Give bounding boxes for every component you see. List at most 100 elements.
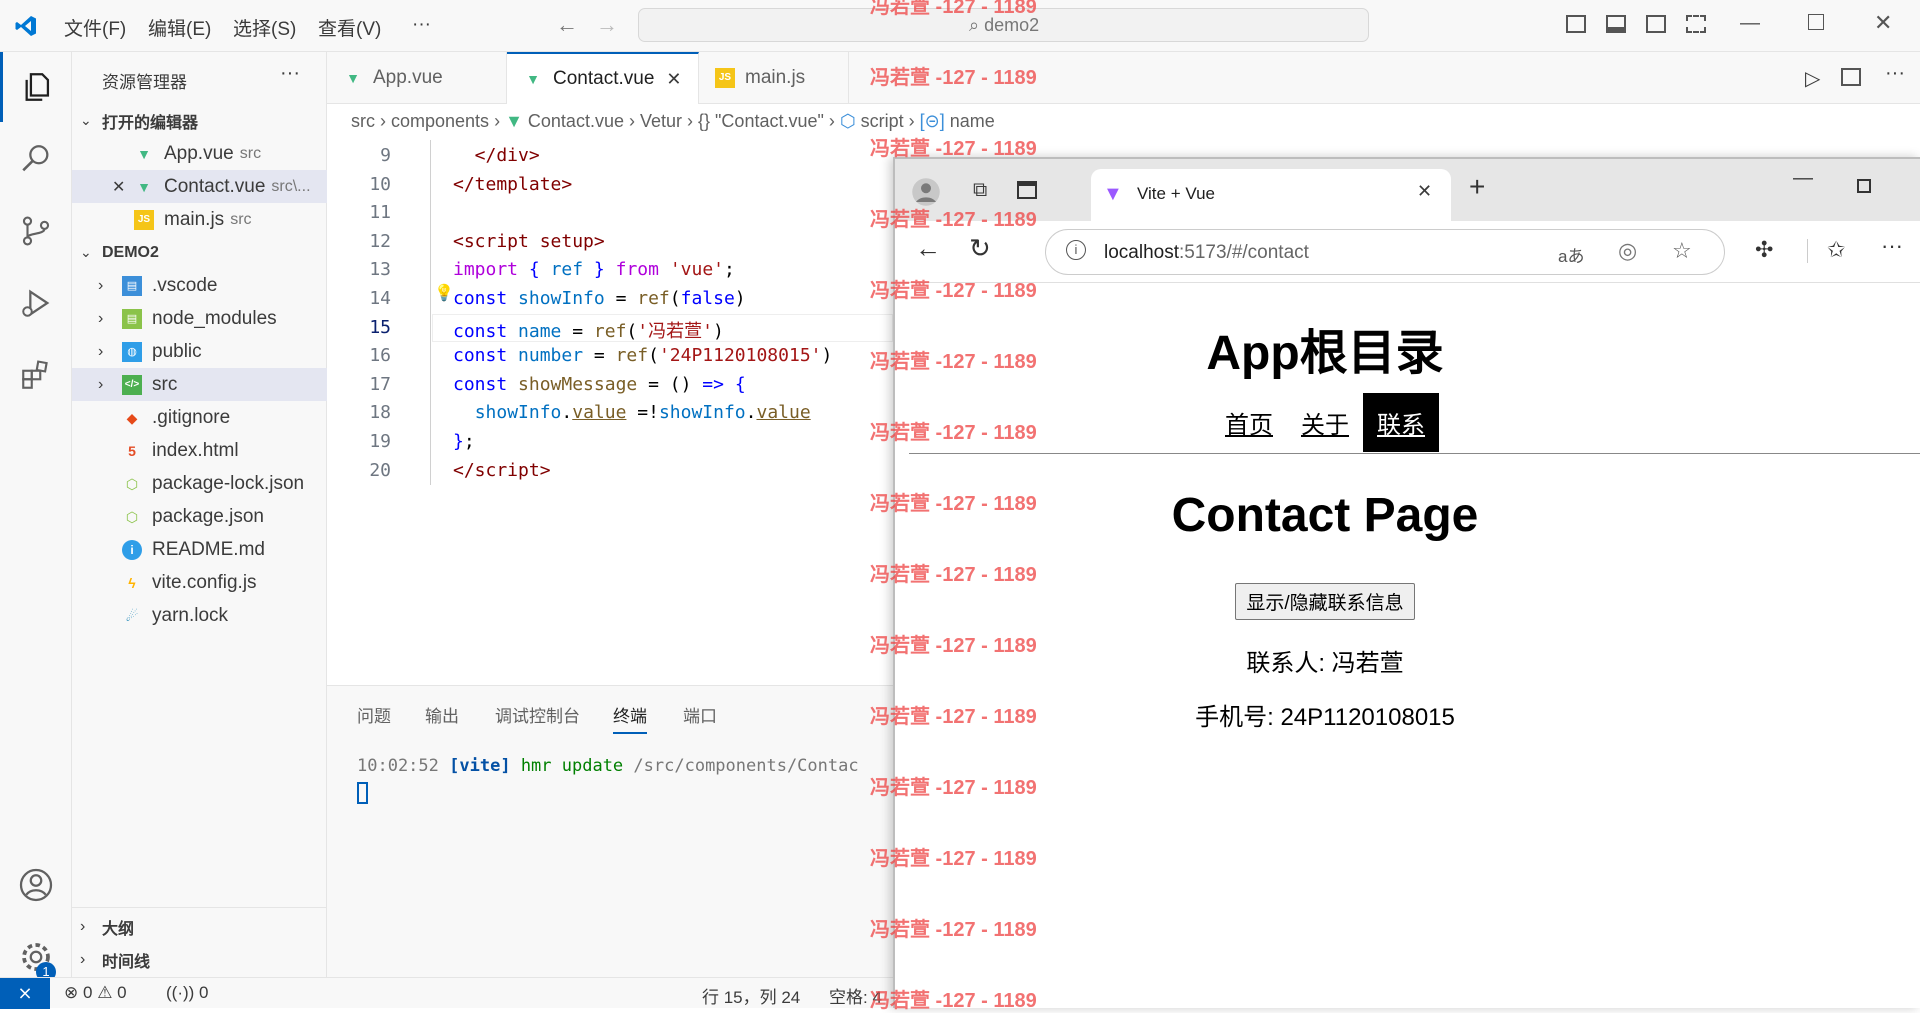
panel-tab-debug-console[interactable]: 调试控制台 <box>495 702 580 727</box>
menu-file[interactable]: 文件(F) <box>64 14 126 41</box>
extensions-icon[interactable] <box>0 340 72 410</box>
url-text: localhost:5173/#/contact <box>1104 242 1309 263</box>
menu-more[interactable]: ··· <box>412 14 431 36</box>
close-editor-icon[interactable]: ✕ <box>112 177 134 197</box>
tab-contact-vue[interactable]: ▼ Contact.vue ✕ <box>507 52 699 104</box>
sidebar-more-icon[interactable]: ··· <box>280 62 300 85</box>
vertical-tabs-icon[interactable] <box>1017 181 1037 199</box>
browser-back-icon[interactable]: ← <box>915 233 941 264</box>
close-tab-icon[interactable]: ✕ <box>1417 181 1432 202</box>
panel-tab-output[interactable]: 输出 <box>425 702 459 727</box>
outline-section[interactable]: › 大纲 <box>72 910 327 943</box>
run-icon[interactable]: ▷ <box>1805 66 1820 91</box>
close-tab-icon[interactable]: ✕ <box>666 69 681 90</box>
terminal-output[interactable]: 10:02:52 [vite] hmr update /src/componen… <box>357 756 859 776</box>
open-editor-app-vue[interactable]: ▼ App.vue src <box>72 137 327 170</box>
timeline-section[interactable]: › 时间线 <box>72 943 327 976</box>
tab-app-vue[interactable]: ▼ App.vue <box>327 52 507 104</box>
nav-link-home[interactable]: 首页 <box>1225 405 1273 440</box>
menu-view[interactable]: 查看(V) <box>318 14 381 41</box>
problems-status[interactable]: ⊗ 0 ⚠ 0 <box>64 983 127 1003</box>
toggle-contact-button[interactable]: 显示/隐藏联系信息 <box>1235 583 1415 620</box>
folder-src[interactable]: › </> src <box>72 368 327 401</box>
address-bar[interactable]: i localhost:5173/#/contact aあ ◎ ☆ <box>1045 229 1725 275</box>
indentation-status[interactable]: 空格: 4 <box>829 983 882 1008</box>
file-gitignore[interactable]: ◆ .gitignore <box>72 401 327 434</box>
command-center[interactable]: ⌕ demo2 <box>638 8 1369 42</box>
toggle-panel-icon[interactable] <box>1606 15 1626 33</box>
breadcrumb-item[interactable]: components <box>391 111 489 131</box>
tab-main-js[interactable]: JS main.js <box>699 52 849 104</box>
profile-icon[interactable] <box>911 177 941 207</box>
run-debug-icon[interactable] <box>0 268 72 338</box>
file-package-lock-json[interactable]: ⬡ package-lock.json <box>72 467 327 500</box>
code-editor[interactable]: 💡 9 10 11 12 13 14 15 16 17 18 19 20 </d… <box>327 140 893 685</box>
new-tab-icon[interactable]: + <box>1469 171 1485 203</box>
folder-public[interactable]: › ◍ public <box>72 335 327 368</box>
favorites-icon[interactable]: ✩ <box>1827 237 1845 263</box>
folder-node-modules[interactable]: › ▤ node_modules <box>72 302 327 335</box>
breadcrumb-item[interactable]: Vetur <box>640 111 682 131</box>
breadcrumb-item[interactable]: name <box>950 111 995 131</box>
yarn-icon: ☄ <box>125 607 139 624</box>
vue-file-icon: ▼ <box>137 178 151 195</box>
menu-edit[interactable]: 编辑(E) <box>148 14 211 41</box>
toggle-sidebar-icon[interactable] <box>1566 15 1586 33</box>
open-editors-header[interactable]: ⌄ 打开的编辑器 <box>72 104 327 137</box>
nav-link-contact[interactable]: 联系 <box>1363 393 1439 452</box>
edge-icon[interactable]: ◎ <box>1618 238 1637 264</box>
nav-link-about[interactable]: 关于 <box>1301 405 1349 440</box>
back-arrow-icon[interactable]: ← <box>556 12 578 38</box>
account-icon[interactable] <box>0 850 72 920</box>
lightbulb-icon[interactable]: 💡 <box>434 283 454 303</box>
forward-arrow-icon[interactable]: → <box>596 12 618 38</box>
breadcrumb-item[interactable]: Contact.vue <box>528 111 624 131</box>
folder-icon: ▤ <box>122 308 142 329</box>
restore-icon[interactable] <box>1808 14 1824 30</box>
translate-icon[interactable]: aあ <box>1558 242 1584 267</box>
file-yarn-lock[interactable]: ☄ yarn.lock <box>72 599 327 632</box>
browser-tab[interactable]: ▼ Vite + Vue ✕ <box>1091 169 1451 221</box>
command-center-label: ⌕ demo2 <box>969 15 1040 35</box>
panel-tab-terminal[interactable]: 终端 <box>613 702 647 734</box>
panel-tab-ports[interactable]: 端口 <box>683 702 717 727</box>
html-file-icon: 5 <box>128 442 136 459</box>
menu-selection[interactable]: 选择(S) <box>233 14 296 41</box>
panel-tab-problems[interactable]: 问题 <box>357 702 391 727</box>
customize-layout-icon[interactable] <box>1686 15 1706 33</box>
breadcrumb-item[interactable]: src <box>351 111 375 131</box>
remote-icon[interactable]: ⨯ <box>0 978 50 1009</box>
file-index-html[interactable]: 5 index.html <box>72 434 327 467</box>
file-vite-config-js[interactable]: ϟ vite.config.js <box>72 566 327 599</box>
explorer-icon[interactable] <box>0 52 72 122</box>
search-icon[interactable] <box>0 124 72 194</box>
minimize-icon[interactable]: — <box>1740 12 1760 35</box>
site-info-icon[interactable]: i <box>1066 240 1086 260</box>
extensions-icon[interactable]: ✣ <box>1755 237 1773 263</box>
contact-heading: Contact Page <box>1171 489 1479 542</box>
activity-bar: 1 <box>0 52 72 982</box>
refresh-icon[interactable]: ↻ <box>969 233 991 264</box>
browser-menu-icon[interactable]: ··· <box>1881 233 1903 259</box>
file-package-json[interactable]: ⬡ package.json <box>72 500 327 533</box>
breadcrumb: src › components › ▼ Contact.vue › Vetur… <box>327 104 1920 140</box>
folder-vscode[interactable]: › ▤ .vscode <box>72 269 327 302</box>
minimize-icon[interactable]: — <box>1793 167 1813 190</box>
workspaces-icon[interactable]: ⧉ <box>973 179 987 202</box>
favorite-star-icon[interactable]: ☆ <box>1672 238 1692 264</box>
more-actions-icon[interactable]: ··· <box>1885 62 1905 85</box>
cursor-position[interactable]: 行 15，列 24 <box>702 983 800 1008</box>
file-readme-md[interactable]: i README.md <box>72 533 327 566</box>
maximize-icon[interactable] <box>1857 179 1871 193</box>
breadcrumb-item[interactable]: script <box>861 111 904 131</box>
breadcrumb-item[interactable]: "Contact.vue" <box>715 111 824 131</box>
open-editor-contact-vue[interactable]: ✕ ▼ Contact.vue src\... <box>72 170 327 203</box>
close-window-icon[interactable]: ✕ <box>1874 10 1892 36</box>
toggle-secondary-sidebar-icon[interactable] <box>1646 15 1666 33</box>
source-control-icon[interactable] <box>0 196 72 266</box>
split-editor-icon[interactable] <box>1841 68 1861 86</box>
folder-icon: ▤ <box>122 275 142 296</box>
ports-status[interactable]: ((·)) 0 <box>166 983 209 1003</box>
open-editor-main-js[interactable]: JS main.js src <box>72 203 327 236</box>
project-header[interactable]: ⌄ DEMO2 <box>72 236 327 269</box>
